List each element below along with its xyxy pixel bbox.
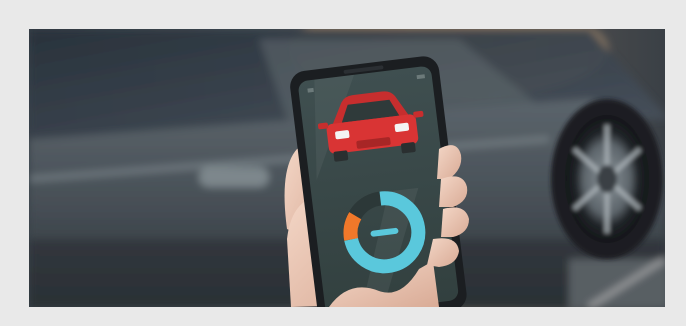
photo (29, 29, 665, 307)
image-frame (0, 0, 686, 326)
car-wheel (551, 99, 663, 259)
photo-illustration (29, 29, 665, 307)
status-icon (307, 87, 314, 93)
